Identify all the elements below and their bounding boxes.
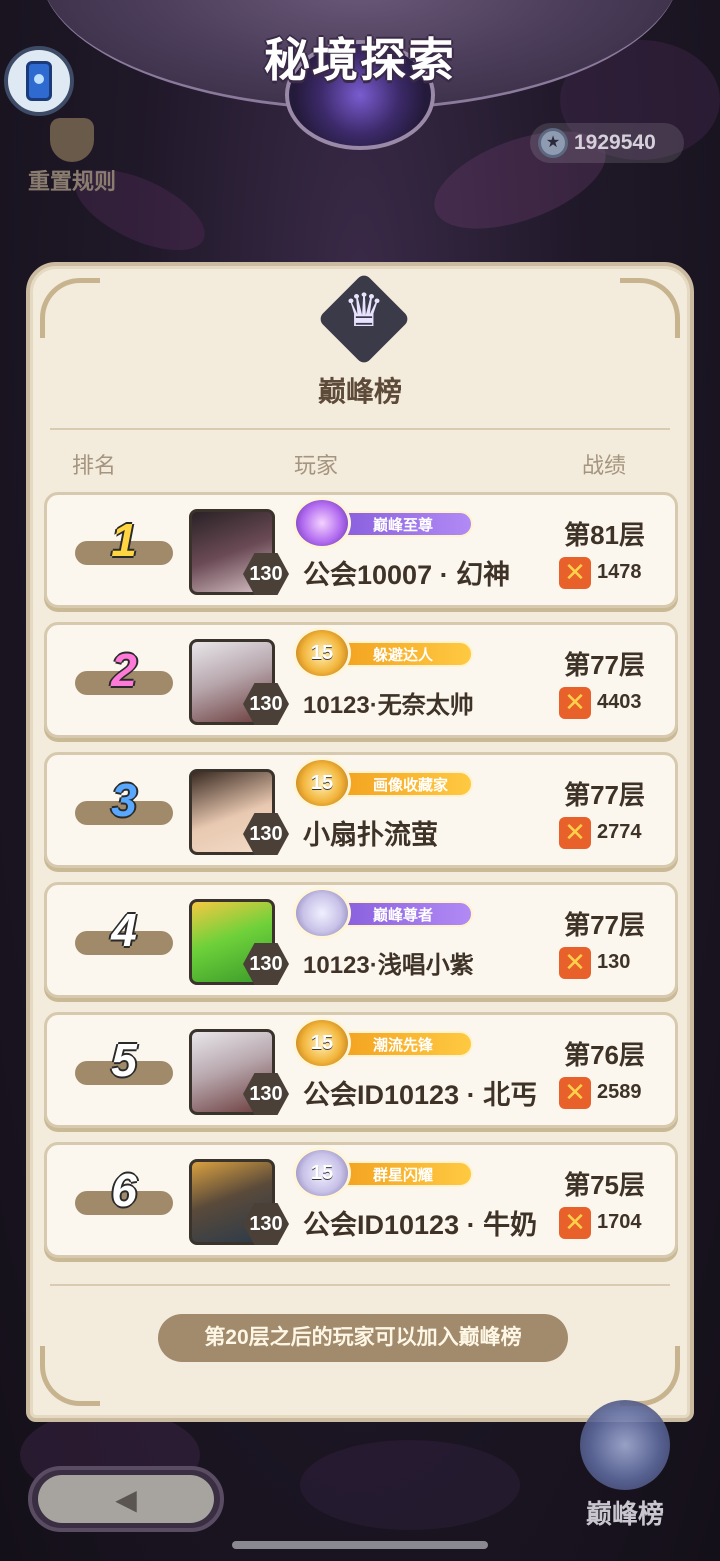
rank-row[interactable]: 1 130 巅峰至尊 公会10007 · 幻神 第81层 ✕ 1478 — [44, 492, 678, 608]
score-value: 130 — [597, 951, 631, 973]
rank-number: 6 — [111, 1164, 137, 1216]
rank-number: 1 — [111, 514, 137, 566]
currency-display: ★ 1929540 — [530, 123, 684, 163]
panel-corner-ornament — [620, 1346, 680, 1406]
panel-corner-ornament — [40, 1346, 100, 1406]
floor-record: 第77层 — [564, 910, 645, 940]
title-emblem-icon: 15 — [293, 627, 351, 679]
title-emblem-icon — [293, 497, 351, 549]
rank-number: 3 — [111, 774, 137, 826]
back-button[interactable]: ◀ — [28, 1466, 224, 1532]
peak-board-button[interactable]: 巅峰榜 — [556, 1400, 694, 1531]
score-value: 2774 — [597, 821, 642, 843]
rank-row[interactable]: 5 130 潮流先锋 15 公会ID10123 · 北丐 第76层 ✕ 2589 — [44, 1012, 678, 1128]
player-name: 小扇扑流萤 — [303, 820, 438, 850]
trophy-icon — [50, 118, 94, 162]
score-value: 4403 — [597, 691, 642, 713]
divider — [50, 1284, 670, 1286]
rank-number: 5 — [111, 1034, 137, 1086]
player-name: 公会ID10123 · 牛奶 — [303, 1210, 538, 1240]
column-header-rank: 排名 — [72, 453, 117, 478]
score-value: 1478 — [597, 561, 642, 583]
phone-icon — [26, 61, 52, 101]
rank-number: 4 — [111, 904, 137, 956]
panel-corner-ornament — [620, 278, 680, 338]
floor-record: 第76层 — [564, 1040, 645, 1070]
crossed-swords-icon: ✕ — [559, 1207, 591, 1239]
reset-rules-label: 重置规则 — [27, 169, 116, 194]
panel-corner-ornament — [40, 278, 100, 338]
rank-row[interactable]: 6 130 群星闪耀 15 公会ID10123 · 牛奶 第75层 ✕ 1704 — [44, 1142, 678, 1258]
join-hint-banner: 第20层之后的玩家可以加入巅峰榜 — [158, 1314, 568, 1362]
floor-record: 第75层 — [564, 1170, 645, 1200]
column-header-record: 战绩 — [582, 453, 627, 478]
column-header-player: 玩家 — [294, 453, 339, 478]
rank-row[interactable]: 3 130 画像收藏家 15 小扇扑流萤 第77层 ✕ 2774 — [44, 752, 678, 868]
back-arrow-icon: ◀ — [38, 1475, 214, 1523]
rank-list: 1 130 巅峰至尊 公会10007 · 幻神 第81层 ✕ 1478 2 13… — [44, 492, 678, 1272]
floor-record: 第77层 — [564, 650, 645, 680]
player-name: 10123·浅唱小紫 — [303, 952, 474, 979]
crossed-swords-icon: ✕ — [559, 947, 591, 979]
title-emblem-icon — [293, 887, 351, 939]
board-title: 巅峰榜 — [317, 376, 402, 407]
title-emblem-icon: 15 — [293, 757, 351, 809]
trophy-icon — [580, 1400, 670, 1490]
rank-number: 2 — [111, 644, 137, 696]
rank-row[interactable]: 4 130 巅峰尊者 10123·浅唱小紫 第77层 ✕ 130 — [44, 882, 678, 998]
leaderboard-panel: ♛ 巅峰榜 排名 玩家 战绩 1 130 巅峰至尊 公会10007 · 幻神 第… — [26, 262, 694, 1422]
floor-record: 第81层 — [564, 520, 645, 550]
player-name: 10123·无奈太帅 — [303, 692, 474, 719]
currency-value: 1929540 — [574, 131, 656, 154]
trophy-icon: ♛ — [343, 284, 385, 336]
background-decoration — [300, 1440, 520, 1530]
crossed-swords-icon: ✕ — [559, 1077, 591, 1109]
peak-board-label: 巅峰榜 — [585, 1499, 664, 1529]
star-coin-icon: ★ — [538, 128, 568, 158]
rank-row[interactable]: 2 130 躲避达人 15 10123·无奈太帅 第77层 ✕ 4403 — [44, 622, 678, 738]
home-indicator[interactable] — [232, 1541, 488, 1549]
score-value: 2589 — [597, 1081, 642, 1103]
title-emblem-icon: 15 — [293, 1017, 351, 1069]
page-title: 秘境探索 — [264, 34, 456, 86]
crossed-swords-icon: ✕ — [559, 557, 591, 589]
player-name: 公会10007 · 幻神 — [303, 560, 511, 590]
device-button[interactable] — [4, 46, 74, 116]
reset-rules-button[interactable]: 重置规则 — [22, 118, 122, 196]
player-name: 公会ID10123 · 北丐 — [303, 1080, 538, 1110]
title-emblem-icon: 15 — [293, 1147, 351, 1199]
crossed-swords-icon: ✕ — [559, 817, 591, 849]
crossed-swords-icon: ✕ — [559, 687, 591, 719]
score-value: 1704 — [597, 1211, 642, 1233]
divider — [50, 428, 670, 430]
floor-record: 第77层 — [564, 780, 645, 810]
